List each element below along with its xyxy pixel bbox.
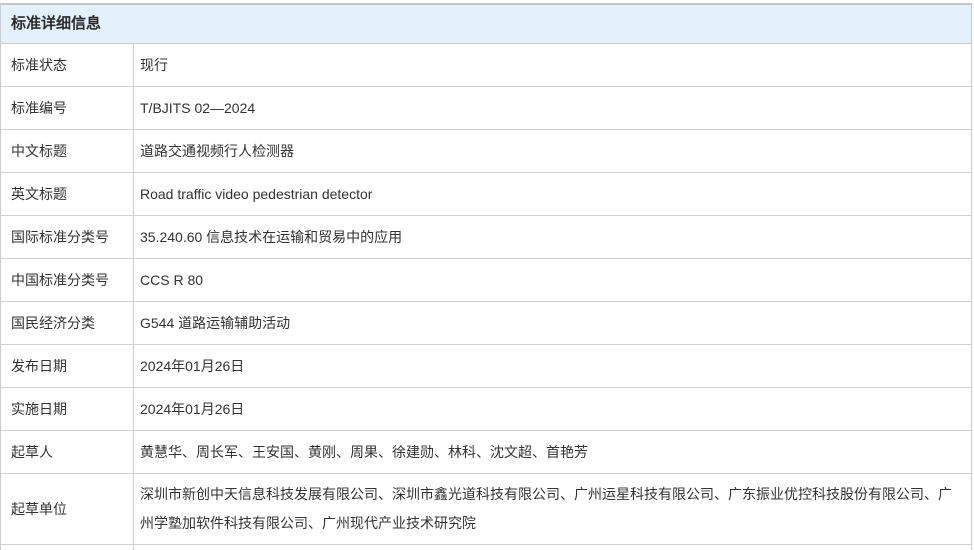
row-value-drafting-organizations: 深圳市新创中天信息科技发展有限公司、深圳市鑫光道科技有限公司、广州运星科技有限公…: [134, 474, 971, 544]
table-row: 起草人 黄慧华、周长军、王安国、黄刚、周果、徐建勋、林科、沈文超、首艳芳: [1, 431, 971, 474]
panel-title: 标准详细信息: [1, 5, 971, 44]
row-value-chinese-title: 道路交通视频行人检测器: [134, 130, 971, 172]
row-label-ics-number: 国际标准分类号: [1, 216, 134, 258]
row-value-english-title: Road traffic video pedestrian detector: [134, 173, 971, 215]
row-label-standard-number: 标准编号: [1, 87, 134, 129]
table-row: 起草单位 深圳市新创中天信息科技发展有限公司、深圳市鑫光道科技有限公司、广州运星…: [1, 474, 971, 545]
row-label-publish-date: 发布日期: [1, 345, 134, 387]
table-row: 中文标题 道路交通视频行人检测器: [1, 130, 971, 173]
table-row: 标准编号 T/BJITS 02—2024: [1, 87, 971, 130]
row-label-drafting-organizations: 起草单位: [1, 474, 134, 544]
next-row-label-stub: [1, 545, 134, 550]
table-row: 标准状态 现行: [1, 44, 971, 87]
row-value-standard-number: T/BJITS 02—2024: [134, 87, 971, 129]
row-value-ics-number: 35.240.60 信息技术在运输和贸易中的应用: [134, 216, 971, 258]
row-label-economy-class: 国民经济分类: [1, 302, 134, 344]
standard-detail-panel: 标准详细信息 标准状态 现行 标准编号 T/BJITS 02—2024 中文标题…: [0, 3, 972, 550]
row-value-standard-status: 现行: [134, 44, 971, 86]
row-value-drafters: 黄慧华、周长军、王安国、黄刚、周果、徐建勋、林科、沈文超、首艳芳: [134, 431, 971, 473]
row-label-ccs-number: 中国标准分类号: [1, 259, 134, 301]
table-row: 国际标准分类号 35.240.60 信息技术在运输和贸易中的应用: [1, 216, 971, 259]
row-value-publish-date: 2024年01月26日: [134, 345, 971, 387]
row-value-economy-class: G544 道路运输辅助活动: [134, 302, 971, 344]
table-row: 国民经济分类 G544 道路运输辅助活动: [1, 302, 971, 345]
table-row: 发布日期 2024年01月26日: [1, 345, 971, 388]
row-label-implement-date: 实施日期: [1, 388, 134, 430]
row-label-chinese-title: 中文标题: [1, 130, 134, 172]
next-row-cutoff: [1, 545, 971, 550]
table-row: 中国标准分类号 CCS R 80: [1, 259, 971, 302]
row-value-implement-date: 2024年01月26日: [134, 388, 971, 430]
standard-detail-page: 标准详细信息 标准状态 现行 标准编号 T/BJITS 02—2024 中文标题…: [0, 0, 974, 550]
row-label-drafters: 起草人: [1, 431, 134, 473]
table-row: 英文标题 Road traffic video pedestrian detec…: [1, 173, 971, 216]
row-label-english-title: 英文标题: [1, 173, 134, 215]
table-row: 实施日期 2024年01月26日: [1, 388, 971, 431]
row-value-ccs-number: CCS R 80: [134, 259, 971, 301]
next-row-value-stub: [134, 545, 971, 550]
row-label-standard-status: 标准状态: [1, 44, 134, 86]
